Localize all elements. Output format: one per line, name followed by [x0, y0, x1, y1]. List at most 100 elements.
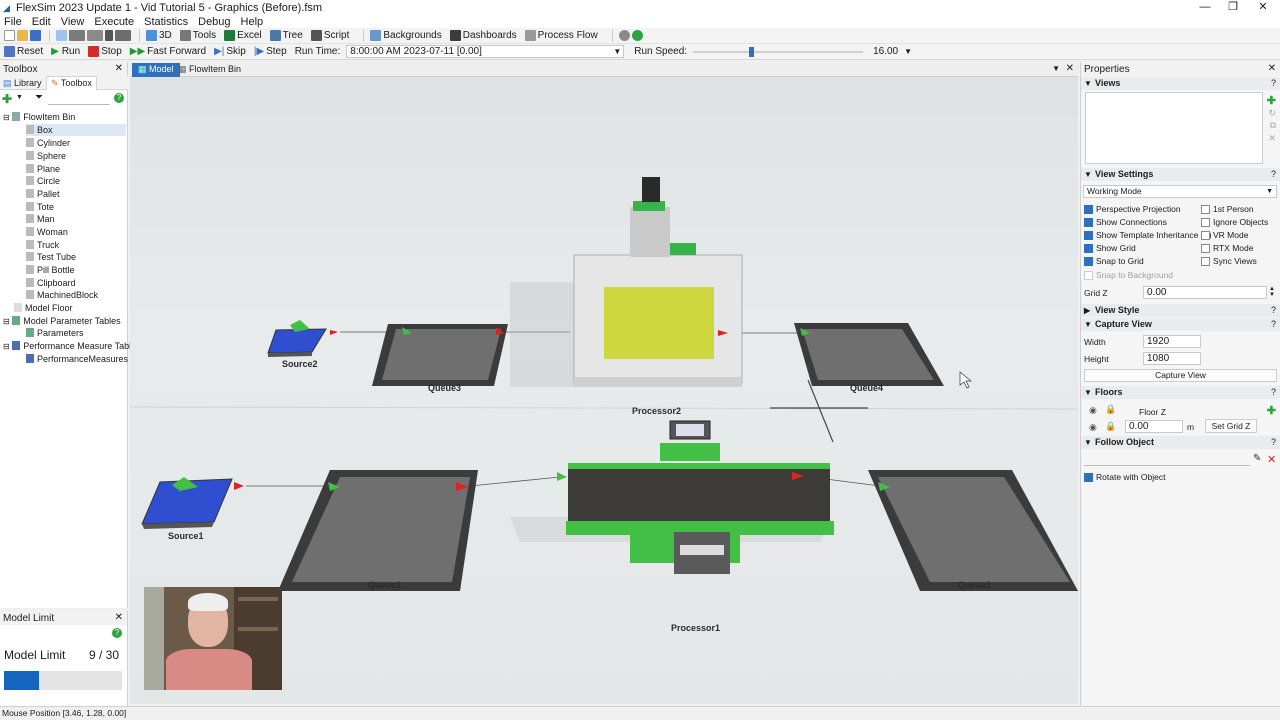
close-icon[interactable]: ✕: [1248, 0, 1278, 15]
refresh-icon[interactable]: ↻: [1268, 108, 1276, 119]
tree-parameters[interactable]: Parameters: [26, 327, 84, 339]
perspective-projection-checkbox[interactable]: Perspective Projection: [1084, 204, 1181, 214]
tree-item-woman[interactable]: Woman: [26, 226, 68, 238]
close-icon[interactable]: ✕: [1066, 63, 1074, 74]
capture-view-button[interactable]: Capture View: [1084, 369, 1277, 382]
processor2-object[interactable]: [510, 177, 743, 387]
tree-performance-measures[interactable]: PerformanceMeasures: [26, 353, 128, 365]
close-icon[interactable]: ✕: [115, 62, 123, 76]
source1-object[interactable]: [141, 477, 244, 529]
run-time-field[interactable]: 8:00:00 AM 2023-07-11 [0.00] ▼: [346, 45, 625, 58]
floors-section-header[interactable]: ▼ Floors?: [1081, 386, 1280, 399]
views-section-header[interactable]: ▼ Views?: [1081, 77, 1280, 90]
height-input[interactable]: 1080: [1143, 352, 1201, 365]
select-mode-icon[interactable]: [56, 30, 67, 41]
tree-performance-measure-tables[interactable]: ⊟ Performance Measure Tables: [3, 340, 141, 352]
group-mode-icon[interactable]: [115, 30, 131, 41]
tree-model-floor[interactable]: Model Floor: [14, 302, 73, 314]
source2-object[interactable]: [267, 320, 338, 357]
queue4-object[interactable]: [794, 323, 944, 386]
run-button[interactable]: ▶ Run: [51, 45, 80, 59]
tree-item-pallet[interactable]: Pallet: [26, 188, 60, 200]
rotate-with-object-checkbox[interactable]: Rotate with Object: [1084, 472, 1165, 482]
eyedropper-icon[interactable]: ✎: [1253, 453, 1261, 464]
view-style-section-header[interactable]: ▶ View Style?: [1081, 304, 1280, 317]
queue3-object[interactable]: [372, 324, 508, 386]
3d-view-button[interactable]: 3D: [146, 29, 172, 43]
script-button[interactable]: Script: [310, 29, 349, 43]
width-input[interactable]: 1920: [1143, 335, 1201, 348]
open-folder-icon[interactable]: [17, 30, 28, 41]
stop-button[interactable]: Stop: [88, 45, 122, 59]
minimize-icon[interactable]: —: [1190, 0, 1220, 15]
grid-z-input[interactable]: 0.00: [1143, 286, 1267, 299]
delete-icon[interactable]: ✕: [1268, 133, 1276, 144]
eye-icon[interactable]: ◉: [1089, 422, 1097, 433]
create-mode-icon[interactable]: [105, 30, 113, 41]
process-flow-button[interactable]: Process Flow: [524, 29, 598, 43]
maximize-icon[interactable]: ❐: [1218, 0, 1248, 15]
show-template-inheritance-checkbox[interactable]: Show Template Inheritance (T): [1084, 230, 1212, 240]
add-icon[interactable]: ✚: [1267, 404, 1276, 417]
slider-thumb[interactable]: [749, 46, 755, 57]
working-mode-select[interactable]: Working Mode ▼: [1083, 185, 1277, 198]
help-icon[interactable]: ?: [114, 93, 124, 103]
tree-item-sphere[interactable]: Sphere: [26, 150, 66, 162]
tree-item-clipboard[interactable]: Clipboard: [26, 277, 76, 289]
tree-item-pill-bottle[interactable]: Pill Bottle: [26, 264, 75, 276]
tab-flowitem-bin[interactable]: ▦ FlowItem Bin: [172, 63, 247, 77]
run-speed-slider[interactable]: [693, 46, 864, 58]
chevron-down-icon[interactable]: ▼: [904, 47, 912, 56]
follow-object-section-header[interactable]: ▼ Follow Object?: [1081, 436, 1280, 449]
menu-statistics[interactable]: Statistics: [144, 16, 188, 28]
views-list[interactable]: [1085, 92, 1263, 164]
spinner-icon[interactable]: ▲ ▼: [1269, 286, 1275, 298]
chevron-down-icon[interactable]: ▼: [613, 46, 621, 57]
model-3d-view[interactable]: Source2 Queue3 Processor2 Queue4 Source1…: [130, 77, 1078, 704]
settings-gear-icon[interactable]: [618, 30, 630, 41]
tree-item-circle[interactable]: Circle: [26, 175, 60, 187]
sync-views-checkbox[interactable]: Sync Views: [1201, 256, 1257, 266]
tree-item-box[interactable]: Box: [26, 124, 126, 136]
tree-button[interactable]: Tree: [269, 29, 303, 43]
step-button[interactable]: |▶ Step: [254, 45, 287, 59]
tab-library[interactable]: ▤ Library: [3, 78, 42, 89]
tab-toolbox[interactable]: ✎ Toolbox: [46, 76, 97, 90]
tree-item-plane[interactable]: Plane: [26, 163, 60, 175]
eye-icon[interactable]: ◉: [1089, 405, 1097, 416]
rtx-mode-checkbox[interactable]: RTX Mode: [1201, 243, 1253, 253]
snap-to-background-checkbox[interactable]: Snap to Background: [1084, 270, 1173, 280]
disconnect-mode-icon[interactable]: [87, 30, 103, 41]
floor-z-input[interactable]: 0.00: [1125, 420, 1183, 433]
menu-help[interactable]: Help: [241, 16, 264, 28]
clear-icon[interactable]: ✕: [1267, 453, 1276, 466]
queue1-object[interactable]: [278, 470, 478, 591]
skip-button[interactable]: ▶| Skip: [214, 45, 246, 59]
lock-icon[interactable]: 🔒: [1105, 404, 1116, 415]
connect-mode-icon[interactable]: [69, 30, 85, 41]
vr-mode-checkbox[interactable]: VR Mode: [1201, 230, 1248, 240]
add-icon[interactable]: ✚: [1267, 94, 1276, 107]
tree-item-cylinder[interactable]: Cylinder: [26, 137, 70, 149]
help-icon[interactable]: ?: [112, 628, 122, 638]
show-connections-checkbox[interactable]: Show Connections: [1084, 217, 1167, 227]
help-icon[interactable]: [631, 30, 643, 41]
close-icon[interactable]: ✕: [1268, 62, 1276, 76]
snap-to-grid-checkbox[interactable]: Snap to Grid: [1084, 256, 1144, 266]
close-icon[interactable]: ✕: [115, 611, 123, 625]
first-person-checkbox[interactable]: 1st Person: [1201, 204, 1254, 214]
copy-icon[interactable]: ⧉: [1270, 120, 1276, 131]
menu-edit[interactable]: Edit: [32, 16, 51, 28]
fast-forward-button[interactable]: ▶▶ Fast Forward: [130, 45, 206, 59]
backgrounds-button[interactable]: Backgrounds: [370, 29, 442, 43]
add-icon[interactable]: ✚: [2, 92, 12, 106]
filter-icon[interactable]: ⏷: [35, 92, 43, 103]
queue2-object[interactable]: [868, 470, 1078, 591]
filter-input[interactable]: [48, 93, 110, 105]
menu-debug[interactable]: Debug: [198, 16, 230, 28]
ignore-objects-checkbox[interactable]: Ignore Objects: [1201, 217, 1268, 227]
view-settings-section-header[interactable]: ▼ View Settings?: [1081, 168, 1280, 181]
lock-icon[interactable]: 🔒: [1105, 421, 1116, 432]
excel-button[interactable]: Excel: [224, 29, 262, 43]
chevron-down-icon[interactable]: ▼: [16, 94, 23, 101]
